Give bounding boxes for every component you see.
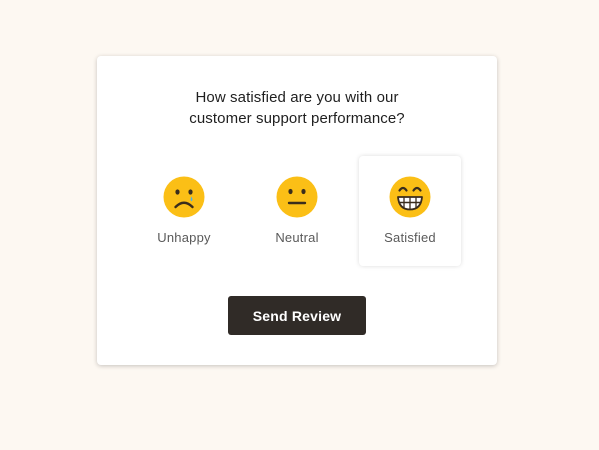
option-satisfied[interactable]: Satisfied: [359, 156, 461, 266]
option-label-unhappy: Unhappy: [157, 230, 211, 245]
review-card: How satisfied are you with our customer …: [97, 56, 497, 365]
question-text: How satisfied are you with our customer …: [97, 87, 497, 129]
sad-face-icon: [163, 176, 205, 218]
grinning-face-icon: [389, 176, 431, 218]
option-label-neutral: Neutral: [275, 230, 319, 245]
option-neutral[interactable]: Neutral: [246, 156, 348, 266]
option-unhappy[interactable]: Unhappy: [133, 156, 235, 266]
option-label-satisfied: Satisfied: [384, 230, 436, 245]
question-line-1: How satisfied are you with our: [195, 89, 399, 106]
send-review-button[interactable]: Send Review: [228, 296, 366, 335]
question-line-2: customer support performance?: [189, 110, 405, 127]
neutral-face-icon: [276, 176, 318, 218]
